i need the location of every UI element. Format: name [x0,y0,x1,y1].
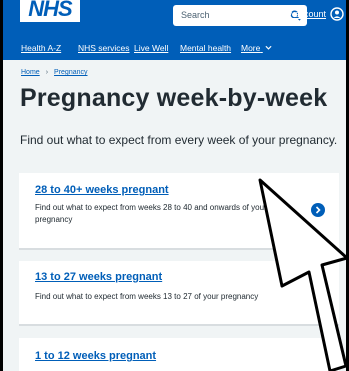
breadcrumb: Home › Pregnancy [21,69,88,76]
card-title[interactable]: 28 to 40+ weeks pregnant [35,184,169,196]
card-title[interactable]: 13 to 27 weeks pregnant [35,271,162,283]
chevron-down-icon [265,45,272,50]
account-icon [330,7,344,21]
page-lede: Find out what to expect from every week … [20,133,338,147]
nav-item-nhs-services[interactable]: NHS services [78,38,129,58]
card-title[interactable]: 1 to 12 weeks pregnant [35,350,156,362]
nav-more-label: More [241,43,261,53]
nhs-logo[interactable]: NHS [20,0,80,22]
nav-item-mental-health[interactable]: Mental health [180,38,231,58]
page-title: Pregnancy week-by-week [20,84,328,112]
card-1-to-12-weeks[interactable]: 1 to 12 weeks pregnant [19,338,339,371]
search-input[interactable]: Search [181,5,210,26]
account-label: My account [280,9,327,19]
frame-border-left [0,0,3,371]
card-13-to-27-weeks[interactable]: 13 to 27 weeks pregnant Find out what to… [19,261,339,324]
main-nav: Health A-Z NHS services Live Well Mental… [0,38,349,58]
breadcrumb-pregnancy[interactable]: Pregnancy [54,69,87,76]
card-description: Find out what to expect from weeks 28 to… [35,203,267,224]
screen: NHS Search My account Health A-Z NHS ser… [0,0,349,371]
breadcrumb-separator-icon: › [45,69,49,76]
main-content: Home › Pregnancy Pregnancy week-by-week … [0,60,349,371]
nav-item-health-a-z[interactable]: Health A-Z [21,38,61,58]
nav-item-live-well[interactable]: Live Well [134,38,168,58]
chevron-right-icon [311,203,325,217]
nav-item-more[interactable]: More [241,38,272,58]
account-link[interactable]: My account [280,6,349,22]
card-description: Find out what to expect from weeks 13 to… [35,292,259,301]
card-28-to-40-weeks[interactable]: 28 to 40+ weeks pregnant Find out what t… [19,173,339,248]
breadcrumb-home[interactable]: Home [21,69,40,76]
site-header: NHS Search My account Health A-Z NHS ser… [0,0,349,60]
